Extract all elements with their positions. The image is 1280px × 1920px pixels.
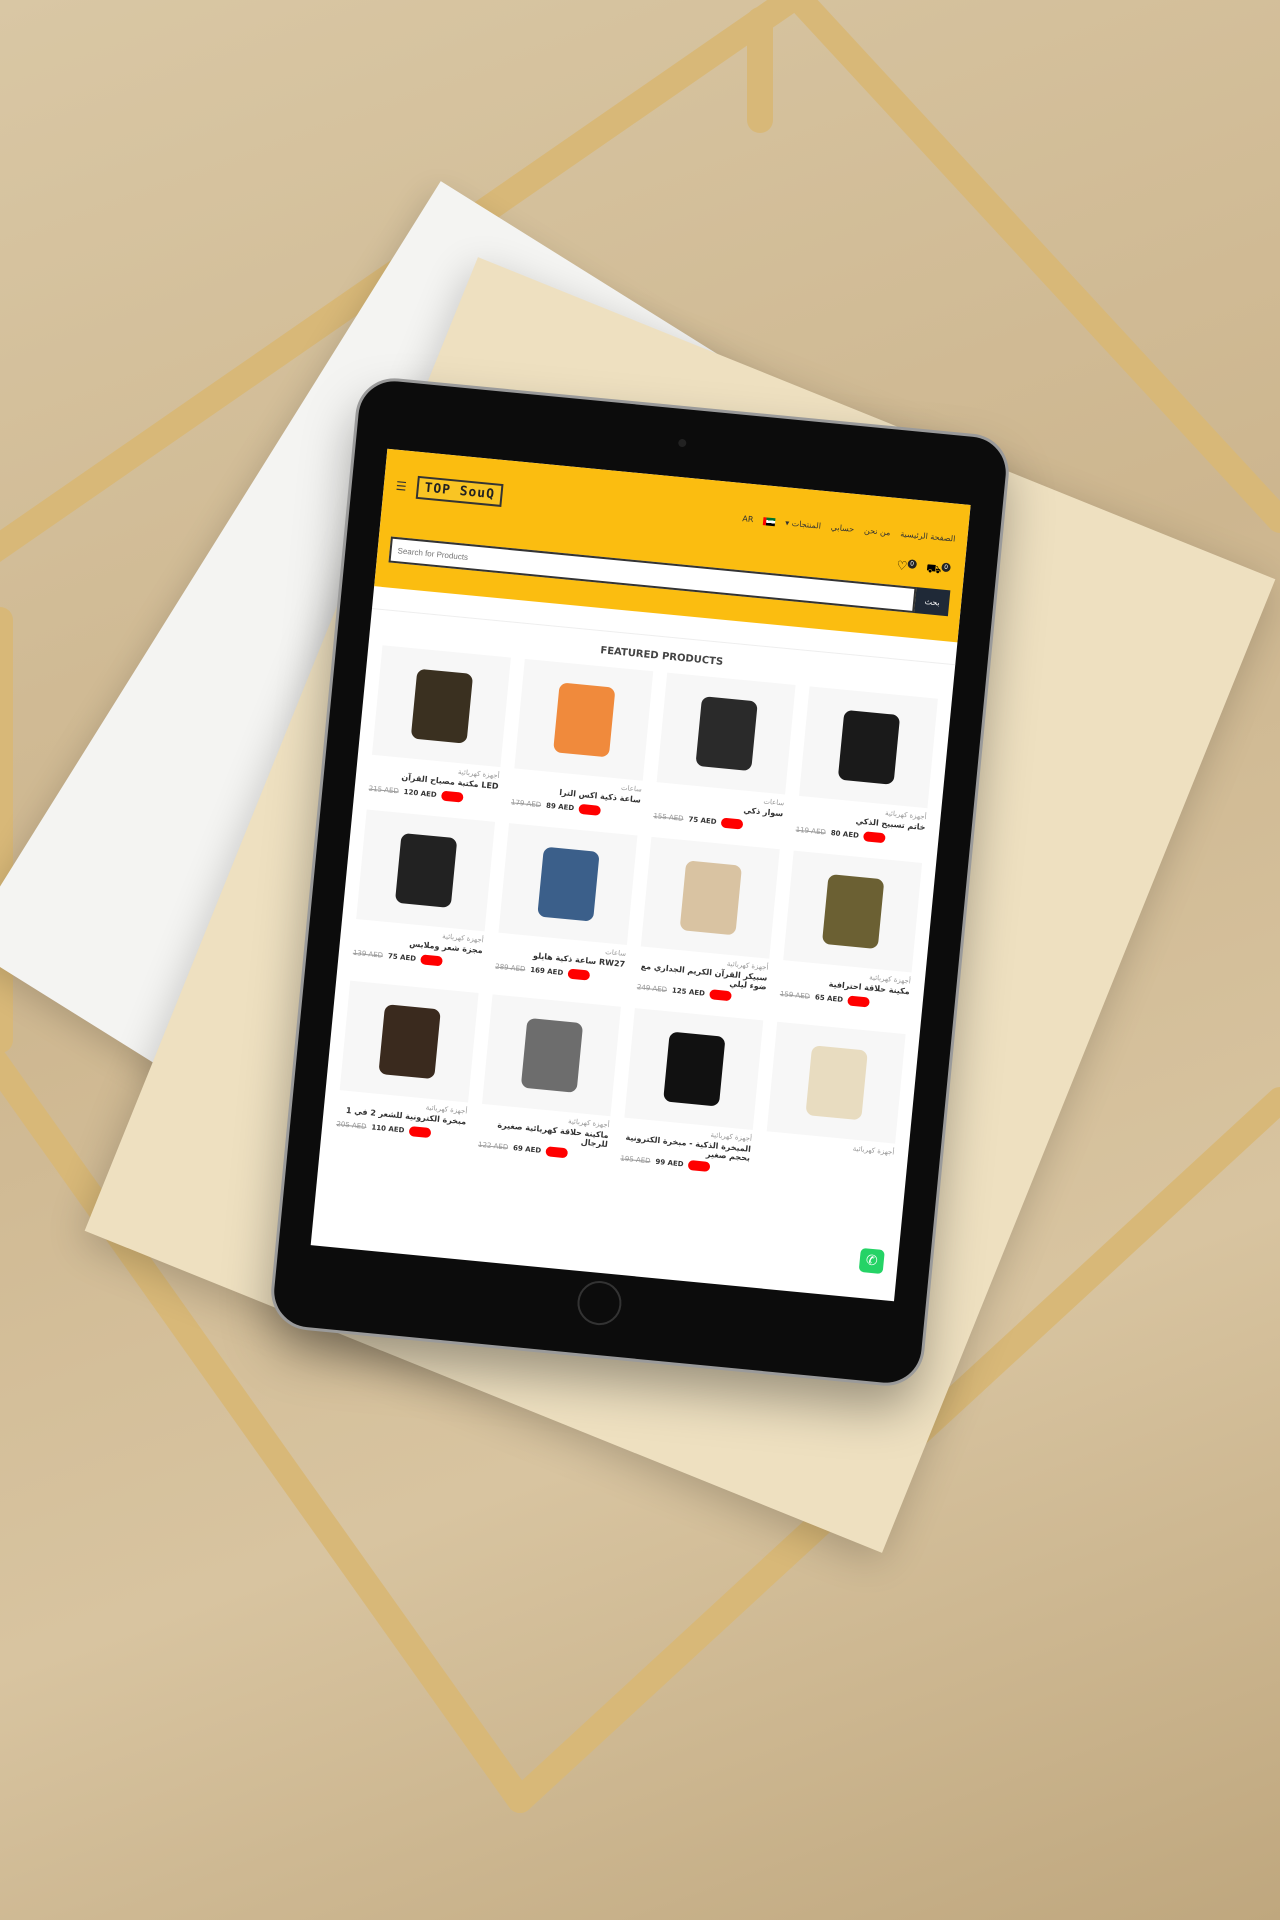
sale-price: 120 AED xyxy=(403,787,438,800)
product-image[interactable] xyxy=(798,686,938,809)
home-button[interactable] xyxy=(575,1279,624,1328)
old-price: 289 AED xyxy=(494,962,526,974)
product-card[interactable]: أجهزة كهربائية LED مكتبة مصباح القرآن 215… xyxy=(368,645,511,806)
old-price: 195 AED xyxy=(620,1154,651,1166)
sale-price: 69 AED xyxy=(512,1144,542,1155)
sale-price: 89 AED xyxy=(545,801,575,813)
product-image[interactable] xyxy=(783,850,923,973)
product-image[interactable] xyxy=(498,823,638,946)
sale-price: 99 AED xyxy=(655,1157,684,1169)
product-card[interactable]: أجهزة كهربائية مبخرة الكترونية للشعر 2 في… xyxy=(335,980,479,1149)
discount-badge xyxy=(545,1146,569,1159)
cart-icon[interactable]: ⛟ 0 xyxy=(925,561,951,579)
search-button[interactable]: بحث xyxy=(914,587,951,617)
product-image[interactable] xyxy=(656,672,796,795)
sale-price: 110 AED xyxy=(371,1123,405,1135)
nav-home[interactable]: الصفحة الرئيسية xyxy=(900,529,956,543)
whatsapp-icon[interactable]: ✆ xyxy=(858,1247,885,1275)
uae-flag-icon[interactable] xyxy=(762,516,776,526)
main-nav: الصفحة الرئيسية من نحن حسابي المنتجات ▾ … xyxy=(742,514,956,543)
cart-count: 0 xyxy=(941,562,951,573)
wishlist-count: 0 xyxy=(907,559,918,570)
old-price: 119 AED xyxy=(795,825,827,837)
product-image[interactable] xyxy=(624,1008,764,1130)
discount-badge xyxy=(567,968,591,981)
old-price: 205 AED xyxy=(336,1120,367,1131)
sale-price: 125 AED xyxy=(671,986,706,998)
old-price: 249 AED xyxy=(636,983,668,995)
old-price: 179 AED xyxy=(510,798,542,810)
product-image[interactable] xyxy=(356,809,496,932)
product-card[interactable]: ساعات ساعة ذكية اكس الترا 179 AED 89 AED xyxy=(510,658,654,820)
discount-badge xyxy=(408,1126,432,1139)
old-price: 122 AED xyxy=(477,1140,509,1152)
product-image[interactable] xyxy=(482,994,621,1117)
old-price: 155 AED xyxy=(653,811,684,823)
tablet: ☰ TOP SouQ الصفحة الرئيسية من نحن حسابي … xyxy=(270,378,1010,1386)
product-image[interactable] xyxy=(339,980,479,1103)
product-card[interactable]: أجهزة كهربائية مجزة شعر وملابس 139 AED 75 … xyxy=(352,809,496,977)
sale-price: 75 AED xyxy=(688,815,717,827)
sale-price: 80 AED xyxy=(830,829,860,840)
product-card[interactable]: أجهزة كهربائية خاتم تسبيح الذكي 119 AED 80… xyxy=(795,686,938,847)
old-price: 215 AED xyxy=(368,784,400,796)
discount-badge xyxy=(688,1159,711,1173)
product-image[interactable] xyxy=(640,836,780,959)
discount-badge xyxy=(863,831,887,844)
discount-badge xyxy=(441,790,464,803)
product-card[interactable]: ساعات سوار ذكي 155 AED 75 AED xyxy=(653,672,796,834)
discount-badge xyxy=(720,817,744,830)
old-price: 159 AED xyxy=(779,989,811,1001)
product-card[interactable]: أجهزة كهربائية ماكينة حلاقة كهربائية صغير… xyxy=(478,994,621,1162)
product-image[interactable] xyxy=(514,658,654,781)
product-grid: أجهزة كهربائية LED مكتبة مصباح القرآن 215… xyxy=(321,644,952,1191)
discount-badge xyxy=(847,995,871,1008)
product-card[interactable]: أجهزة كهربائية مكينة حلاقة احترافية 159 A… xyxy=(779,850,923,1019)
discount-badge xyxy=(420,954,444,967)
product-card[interactable]: أجهزة كهربائية سبيكر القرآن الكريم الجدار… xyxy=(636,836,780,1005)
old-price: 139 AED xyxy=(352,948,384,960)
camera xyxy=(677,438,687,448)
logo[interactable]: TOP SouQ xyxy=(415,475,504,508)
product-image[interactable] xyxy=(766,1021,906,1144)
wishlist-icon[interactable]: ♡ 0 xyxy=(896,558,918,576)
nav-about[interactable]: من نحن xyxy=(864,526,891,537)
discount-badge xyxy=(578,803,602,816)
product-card[interactable]: أجهزة كهربائية المبخرة الذكية - مبخرة الك… xyxy=(620,1008,764,1176)
nav-products[interactable]: المنتجات ▾ xyxy=(785,518,822,530)
product-image[interactable] xyxy=(371,645,511,768)
product-card[interactable]: ساعات RW27 ساعة ذكية هايلو 289 AED 169 AED xyxy=(494,823,638,991)
menu-icon[interactable]: ☰ xyxy=(395,478,407,493)
nav-account[interactable]: حسابي xyxy=(830,523,854,534)
search-input[interactable] xyxy=(388,536,917,614)
screen: ☰ TOP SouQ الصفحة الرئيسية من نحن حسابي … xyxy=(310,448,971,1302)
language-switch[interactable]: AR xyxy=(742,514,754,524)
sale-price: 65 AED xyxy=(814,993,844,1004)
sale-price: 169 AED xyxy=(529,965,564,978)
sale-price: 75 AED xyxy=(387,952,417,963)
discount-badge xyxy=(709,989,733,1002)
site-header: ☰ TOP SouQ الصفحة الرئيسية من نحن حسابي … xyxy=(374,448,971,643)
product-card[interactable]: أجهزة كهربائية xyxy=(762,1021,906,1190)
